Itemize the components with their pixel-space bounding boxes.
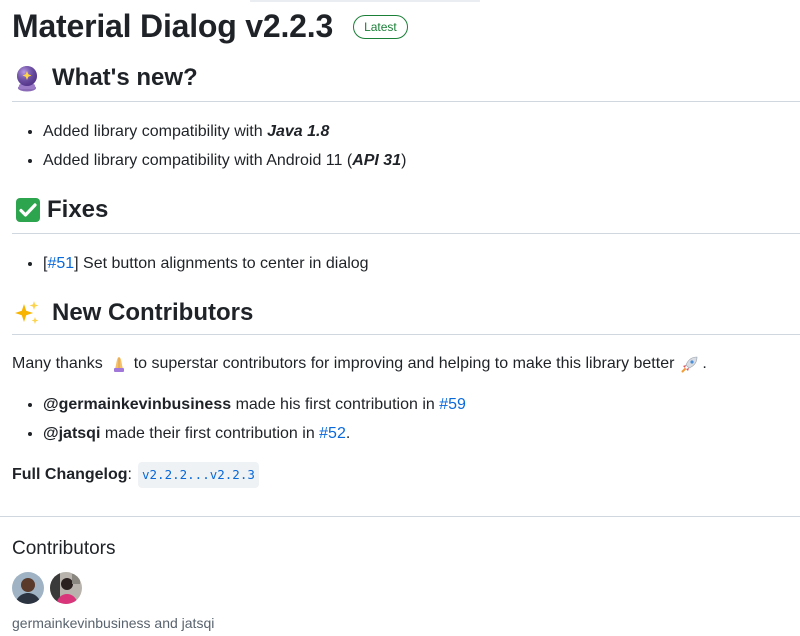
- top-divider: [250, 0, 480, 2]
- list-item: @jatsqi made their first contribution in…: [43, 423, 466, 444]
- whats-new-heading: What's new?: [12, 63, 198, 93]
- contributor-names: germainkevinbusiness and jatsqi: [12, 615, 215, 631]
- list-item: @germainkevinbusiness made his first con…: [43, 394, 466, 415]
- release-title[interactable]: Material Dialog v2.2.3: [12, 8, 333, 45]
- fixes-title: Fixes: [47, 196, 109, 223]
- issue-link[interactable]: #51: [47, 255, 74, 272]
- new-contributors-title: New Contributors: [52, 299, 254, 326]
- changelog-link[interactable]: v2.2.2...v2.2.3: [138, 462, 259, 488]
- latest-badge: Latest: [353, 15, 408, 39]
- sparkles-icon: [12, 298, 42, 328]
- user-mention[interactable]: @jatsqi: [43, 425, 100, 442]
- contributors-title: Contributors: [12, 538, 116, 559]
- crystal-ball-icon: [12, 63, 42, 93]
- list-item: Added library compatibility with Android…: [43, 150, 406, 171]
- new-contributors-heading: New Contributors: [12, 298, 253, 328]
- list-item: [#51] Set button alignments to center in…: [43, 253, 369, 274]
- praying-hands-icon: [109, 354, 129, 374]
- section-divider: [0, 516, 800, 517]
- fixes-heading: Fixes: [12, 196, 108, 224]
- rocket-icon: [680, 354, 700, 374]
- user-mention[interactable]: @germainkevinbusiness: [43, 396, 231, 413]
- full-changelog: Full Changelog: v2.2.2...v2.2.3: [12, 462, 259, 488]
- pr-link[interactable]: #52: [319, 425, 346, 442]
- heading-rule: [12, 101, 800, 102]
- avatar[interactable]: [50, 572, 82, 604]
- release-header: Material Dialog v2.2.3 Latest: [12, 6, 408, 46]
- contributors-list: @germainkevinbusiness made his first con…: [12, 394, 466, 452]
- pr-link[interactable]: #59: [439, 396, 466, 413]
- contributor-avatars: [12, 572, 82, 604]
- changelog-label: Full Changelog: [12, 466, 128, 483]
- list-item: Added library compatibility with Java 1.…: [43, 121, 406, 142]
- heading-rule: [12, 334, 800, 335]
- heading-rule: [12, 233, 800, 234]
- whats-new-title: What's new?: [52, 64, 198, 91]
- fixes-list: [#51] Set button alignments to center in…: [12, 253, 369, 282]
- whats-new-list: Added library compatibility with Java 1.…: [12, 121, 406, 179]
- avatar[interactable]: [12, 572, 44, 604]
- check-mark-icon: [15, 197, 41, 223]
- thanks-paragraph: Many thanks to superstar contributors fo…: [12, 354, 707, 374]
